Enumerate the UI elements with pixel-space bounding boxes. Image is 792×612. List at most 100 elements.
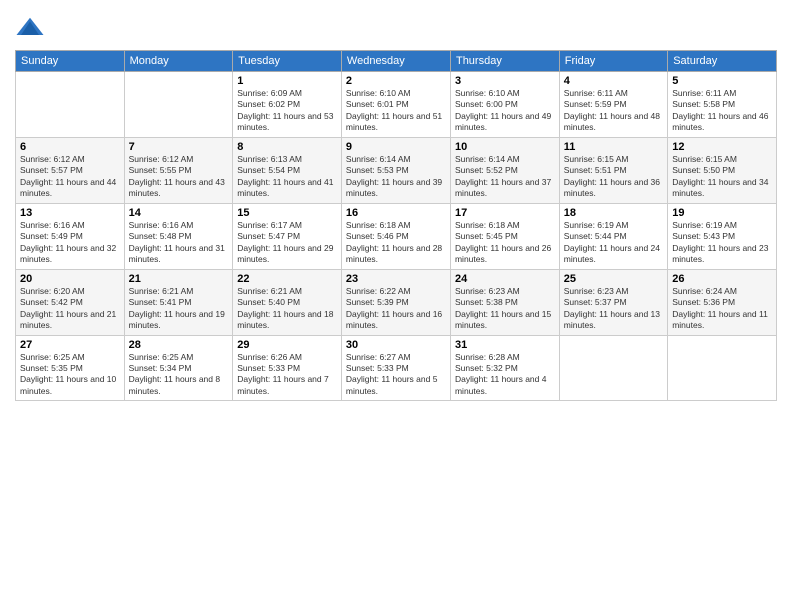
calendar-header-monday: Monday [124,51,233,72]
day-number: 17 [455,207,555,219]
calendar-cell: 1Sunrise: 6:09 AMSunset: 6:02 PMDaylight… [233,72,342,138]
day-number: 9 [346,141,446,153]
day-number: 20 [20,273,120,285]
day-number: 4 [564,75,663,87]
calendar-cell: 17Sunrise: 6:18 AMSunset: 5:45 PMDayligh… [450,203,559,269]
day-number: 8 [237,141,337,153]
day-info: Sunrise: 6:10 AMSunset: 6:01 PMDaylight:… [346,88,446,134]
day-number: 25 [564,273,663,285]
calendar-header-row: SundayMondayTuesdayWednesdayThursdayFrid… [16,51,777,72]
calendar-week-5: 27Sunrise: 6:25 AMSunset: 5:35 PMDayligh… [16,335,777,401]
day-number: 14 [129,207,229,219]
day-info: Sunrise: 6:16 AMSunset: 5:49 PMDaylight:… [20,220,120,266]
day-info: Sunrise: 6:11 AMSunset: 5:59 PMDaylight:… [564,88,663,134]
calendar-header-tuesday: Tuesday [233,51,342,72]
day-info: Sunrise: 6:27 AMSunset: 5:33 PMDaylight:… [346,352,446,398]
day-info: Sunrise: 6:22 AMSunset: 5:39 PMDaylight:… [346,286,446,332]
day-number: 30 [346,339,446,351]
day-info: Sunrise: 6:11 AMSunset: 5:58 PMDaylight:… [672,88,772,134]
day-info: Sunrise: 6:12 AMSunset: 5:55 PMDaylight:… [129,154,229,200]
day-number: 2 [346,75,446,87]
calendar-cell: 3Sunrise: 6:10 AMSunset: 6:00 PMDaylight… [450,72,559,138]
calendar-cell: 5Sunrise: 6:11 AMSunset: 5:58 PMDaylight… [668,72,777,138]
day-info: Sunrise: 6:24 AMSunset: 5:36 PMDaylight:… [672,286,772,332]
day-number: 19 [672,207,772,219]
day-number: 31 [455,339,555,351]
calendar-cell: 11Sunrise: 6:15 AMSunset: 5:51 PMDayligh… [559,137,667,203]
calendar-cell: 15Sunrise: 6:17 AMSunset: 5:47 PMDayligh… [233,203,342,269]
day-info: Sunrise: 6:21 AMSunset: 5:41 PMDaylight:… [129,286,229,332]
calendar-header-saturday: Saturday [668,51,777,72]
calendar-cell: 4Sunrise: 6:11 AMSunset: 5:59 PMDaylight… [559,72,667,138]
calendar-cell: 13Sunrise: 6:16 AMSunset: 5:49 PMDayligh… [16,203,125,269]
day-info: Sunrise: 6:12 AMSunset: 5:57 PMDaylight:… [20,154,120,200]
day-number: 16 [346,207,446,219]
day-info: Sunrise: 6:09 AMSunset: 6:02 PMDaylight:… [237,88,337,134]
calendar-cell: 14Sunrise: 6:16 AMSunset: 5:48 PMDayligh… [124,203,233,269]
calendar-week-2: 6Sunrise: 6:12 AMSunset: 5:57 PMDaylight… [16,137,777,203]
logo [15,14,49,44]
calendar-cell: 27Sunrise: 6:25 AMSunset: 5:35 PMDayligh… [16,335,125,401]
calendar-header-wednesday: Wednesday [341,51,450,72]
day-number: 5 [672,75,772,87]
calendar-cell: 9Sunrise: 6:14 AMSunset: 5:53 PMDaylight… [341,137,450,203]
calendar-cell: 31Sunrise: 6:28 AMSunset: 5:32 PMDayligh… [450,335,559,401]
day-number: 13 [20,207,120,219]
day-number: 28 [129,339,229,351]
calendar-header-sunday: Sunday [16,51,125,72]
day-number: 11 [564,141,663,153]
calendar-cell: 26Sunrise: 6:24 AMSunset: 5:36 PMDayligh… [668,269,777,335]
calendar-cell: 6Sunrise: 6:12 AMSunset: 5:57 PMDaylight… [16,137,125,203]
calendar-cell [559,335,667,401]
day-info: Sunrise: 6:17 AMSunset: 5:47 PMDaylight:… [237,220,337,266]
calendar-cell: 30Sunrise: 6:27 AMSunset: 5:33 PMDayligh… [341,335,450,401]
calendar-header-thursday: Thursday [450,51,559,72]
day-info: Sunrise: 6:26 AMSunset: 5:33 PMDaylight:… [237,352,337,398]
calendar-cell: 7Sunrise: 6:12 AMSunset: 5:55 PMDaylight… [124,137,233,203]
day-number: 23 [346,273,446,285]
day-info: Sunrise: 6:18 AMSunset: 5:45 PMDaylight:… [455,220,555,266]
day-number: 26 [672,273,772,285]
calendar-cell: 23Sunrise: 6:22 AMSunset: 5:39 PMDayligh… [341,269,450,335]
calendar-cell: 16Sunrise: 6:18 AMSunset: 5:46 PMDayligh… [341,203,450,269]
day-number: 1 [237,75,337,87]
day-info: Sunrise: 6:15 AMSunset: 5:50 PMDaylight:… [672,154,772,200]
day-number: 18 [564,207,663,219]
calendar-cell: 21Sunrise: 6:21 AMSunset: 5:41 PMDayligh… [124,269,233,335]
day-info: Sunrise: 6:13 AMSunset: 5:54 PMDaylight:… [237,154,337,200]
calendar-cell: 28Sunrise: 6:25 AMSunset: 5:34 PMDayligh… [124,335,233,401]
calendar-cell [124,72,233,138]
day-number: 12 [672,141,772,153]
logo-icon [15,14,45,44]
day-number: 29 [237,339,337,351]
day-info: Sunrise: 6:10 AMSunset: 6:00 PMDaylight:… [455,88,555,134]
day-info: Sunrise: 6:20 AMSunset: 5:42 PMDaylight:… [20,286,120,332]
calendar-cell: 20Sunrise: 6:20 AMSunset: 5:42 PMDayligh… [16,269,125,335]
day-info: Sunrise: 6:18 AMSunset: 5:46 PMDaylight:… [346,220,446,266]
day-number: 22 [237,273,337,285]
day-number: 6 [20,141,120,153]
calendar-cell: 25Sunrise: 6:23 AMSunset: 5:37 PMDayligh… [559,269,667,335]
header [15,10,777,44]
calendar-week-3: 13Sunrise: 6:16 AMSunset: 5:49 PMDayligh… [16,203,777,269]
day-number: 7 [129,141,229,153]
calendar-cell: 24Sunrise: 6:23 AMSunset: 5:38 PMDayligh… [450,269,559,335]
day-number: 10 [455,141,555,153]
day-info: Sunrise: 6:14 AMSunset: 5:52 PMDaylight:… [455,154,555,200]
day-number: 3 [455,75,555,87]
day-info: Sunrise: 6:16 AMSunset: 5:48 PMDaylight:… [129,220,229,266]
day-info: Sunrise: 6:25 AMSunset: 5:35 PMDaylight:… [20,352,120,398]
day-number: 15 [237,207,337,219]
day-info: Sunrise: 6:28 AMSunset: 5:32 PMDaylight:… [455,352,555,398]
calendar-week-4: 20Sunrise: 6:20 AMSunset: 5:42 PMDayligh… [16,269,777,335]
day-info: Sunrise: 6:19 AMSunset: 5:43 PMDaylight:… [672,220,772,266]
calendar-cell [16,72,125,138]
day-info: Sunrise: 6:19 AMSunset: 5:44 PMDaylight:… [564,220,663,266]
calendar-week-1: 1Sunrise: 6:09 AMSunset: 6:02 PMDaylight… [16,72,777,138]
calendar-cell: 8Sunrise: 6:13 AMSunset: 5:54 PMDaylight… [233,137,342,203]
calendar-cell: 12Sunrise: 6:15 AMSunset: 5:50 PMDayligh… [668,137,777,203]
calendar-table: SundayMondayTuesdayWednesdayThursdayFrid… [15,50,777,401]
calendar-cell: 22Sunrise: 6:21 AMSunset: 5:40 PMDayligh… [233,269,342,335]
day-number: 24 [455,273,555,285]
calendar-cell: 29Sunrise: 6:26 AMSunset: 5:33 PMDayligh… [233,335,342,401]
